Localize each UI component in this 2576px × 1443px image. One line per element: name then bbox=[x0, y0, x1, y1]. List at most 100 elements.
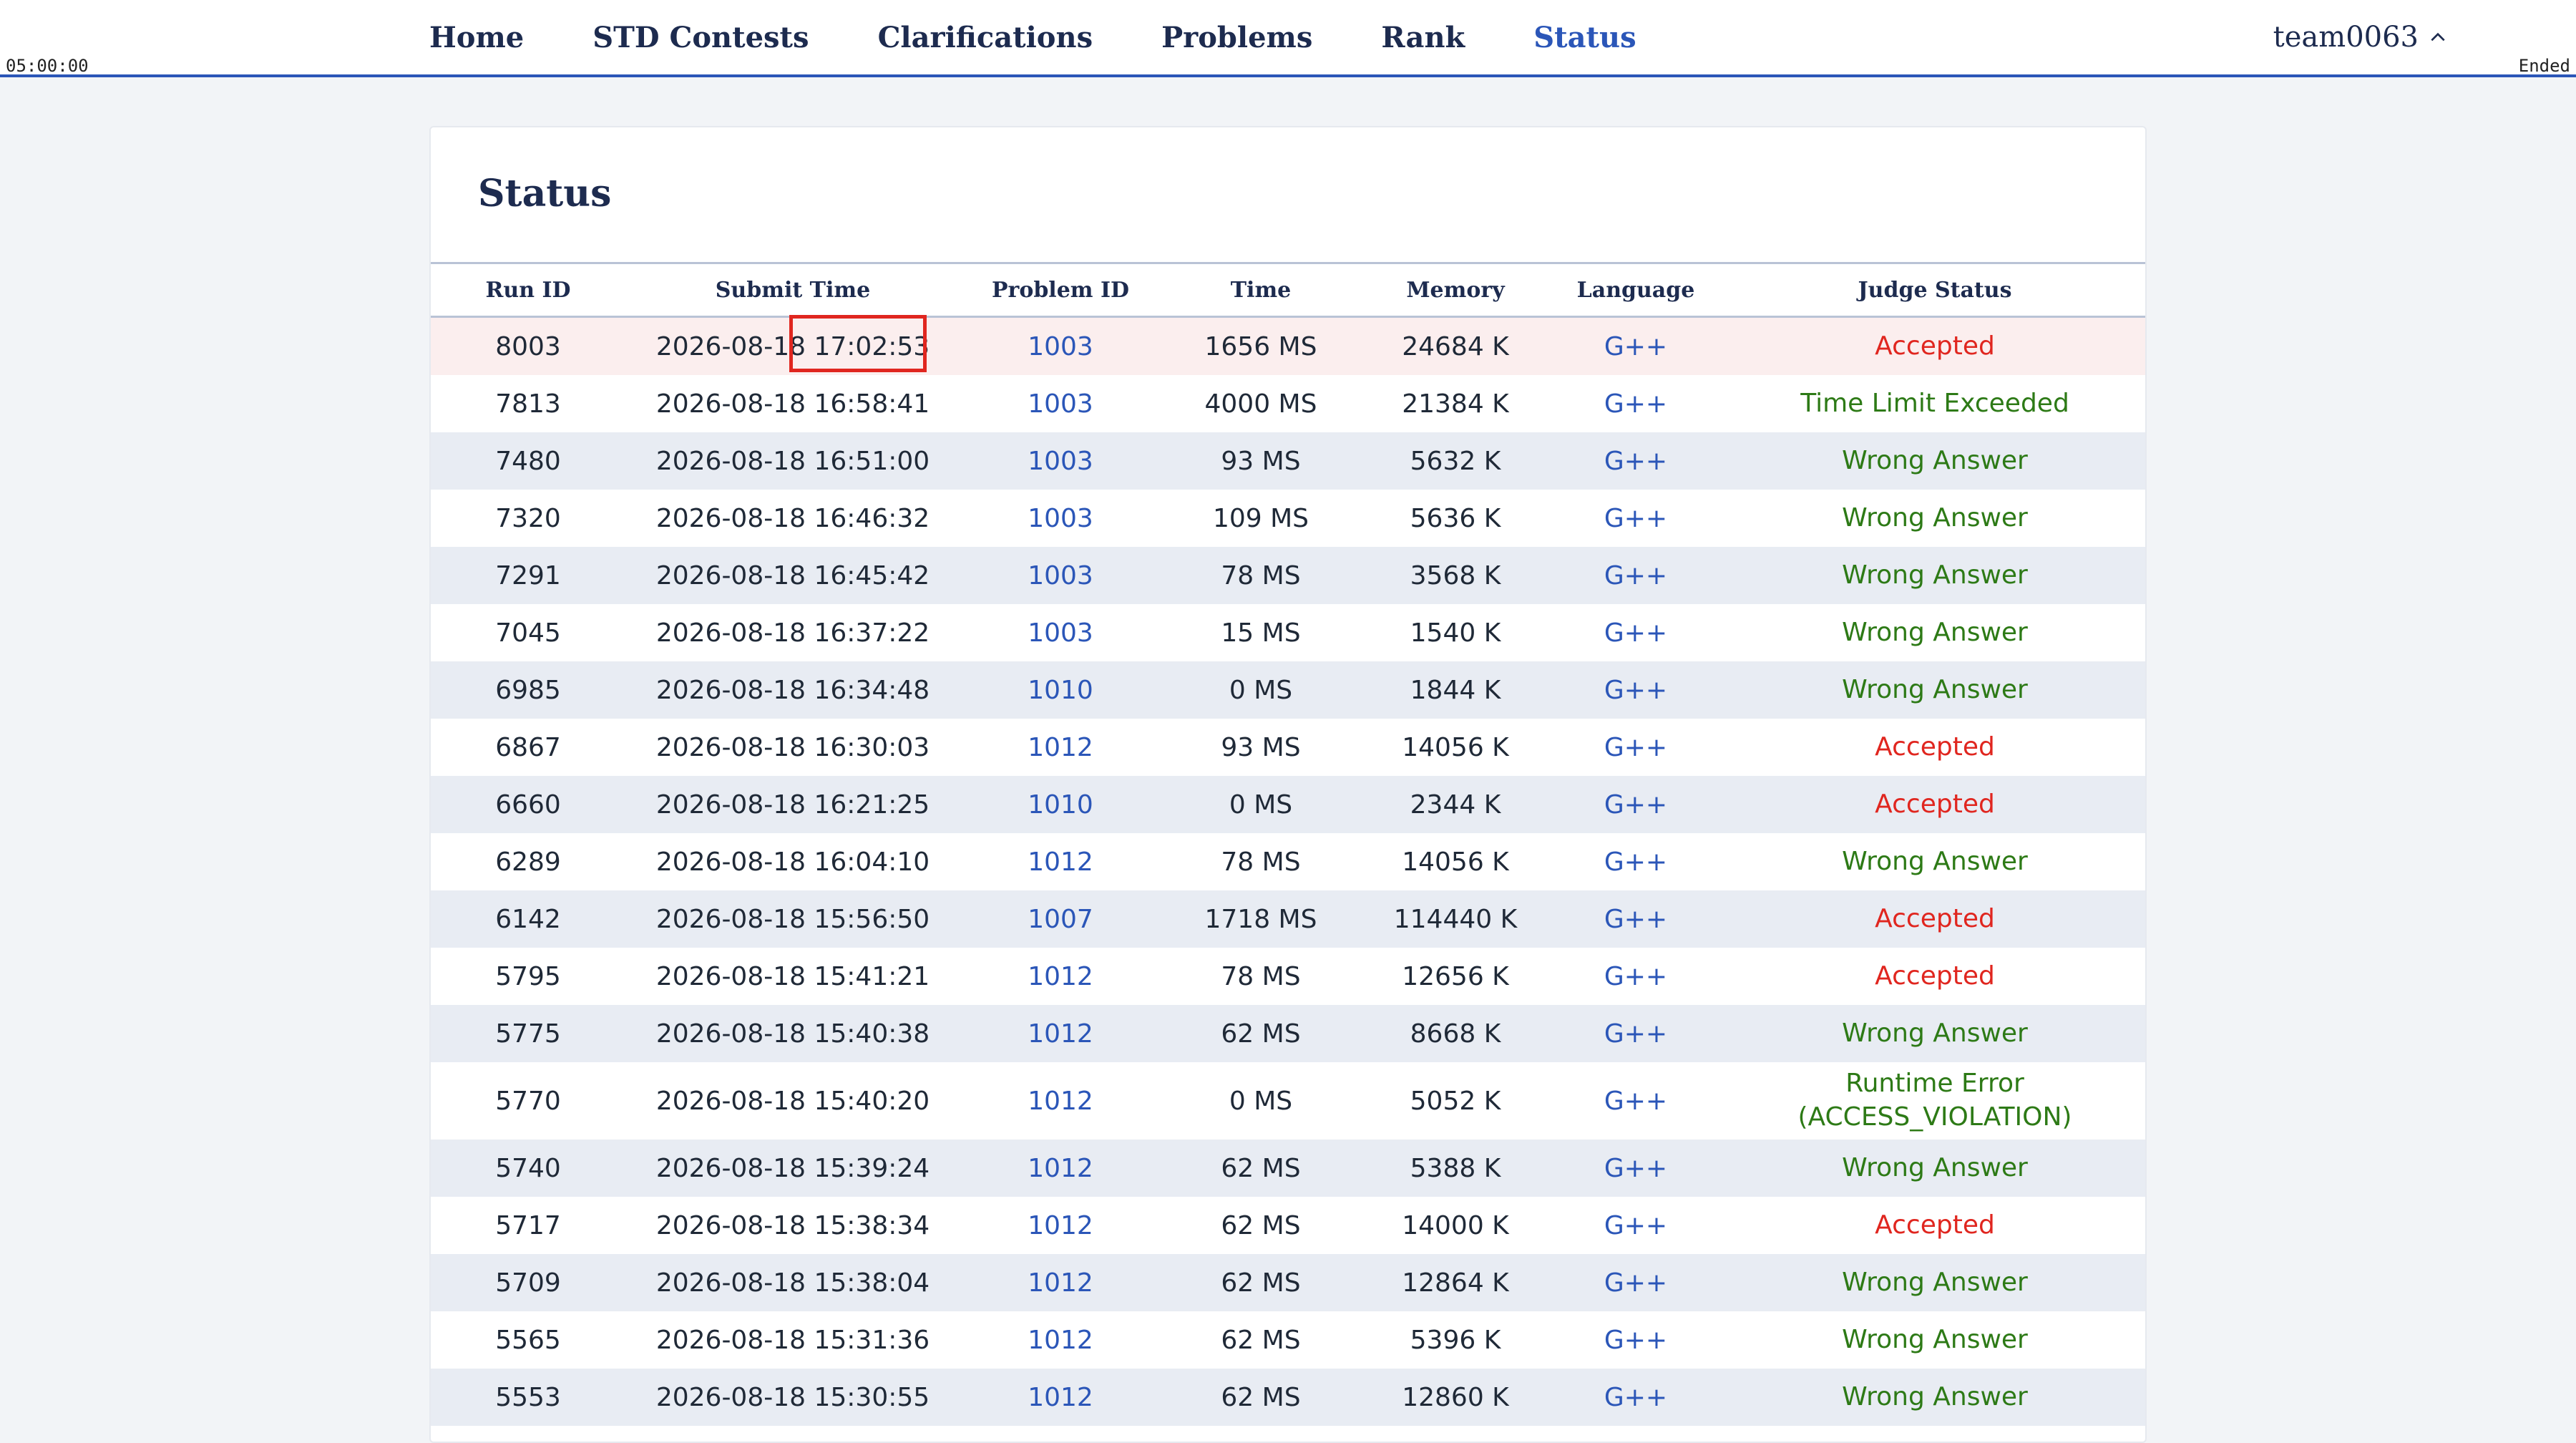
language-link[interactable]: G++ bbox=[1604, 1268, 1667, 1298]
language-cell: G++ bbox=[1550, 375, 1722, 432]
problem-id-cell: 1012 bbox=[960, 948, 1161, 1005]
problem-link[interactable]: 1012 bbox=[1028, 1211, 1093, 1240]
problem-link[interactable]: 1012 bbox=[1028, 1154, 1093, 1183]
problem-link[interactable]: 1003 bbox=[1028, 332, 1093, 361]
col-submit-time: Submit Time bbox=[625, 262, 960, 318]
run-time: 1656 MS bbox=[1204, 331, 1317, 361]
language-link[interactable]: G++ bbox=[1604, 389, 1667, 419]
problem-link[interactable]: 1003 bbox=[1028, 504, 1093, 533]
table-row: 6142 2026-08-18 15:56:50 1007 1718 MS 114440… bbox=[431, 890, 2145, 948]
run-id-cell: 8003 bbox=[431, 316, 625, 375]
submit-time-value: 2026-08-18 16:04:10 bbox=[655, 847, 930, 877]
table-row: 5770 2026-08-18 15:40:20 1012 0 MS 5052 K G++… bbox=[431, 1062, 2145, 1140]
language-link[interactable]: G++ bbox=[1604, 847, 1667, 877]
time-cell: 1718 MS bbox=[1161, 890, 1361, 948]
language-link[interactable]: G++ bbox=[1604, 676, 1667, 705]
run-id-cell: 7045 bbox=[431, 604, 625, 661]
submit-time-value: 2026-08-18 15:38:34 bbox=[655, 1210, 930, 1240]
problem-id-cell: 1012 bbox=[960, 1140, 1161, 1197]
problem-link[interactable]: 1003 bbox=[1028, 618, 1093, 648]
judge-status-text: Wrong Answer bbox=[1842, 560, 2028, 590]
problem-link[interactable]: 1007 bbox=[1028, 905, 1093, 934]
language-cell: G++ bbox=[1550, 547, 1722, 604]
language-link[interactable]: G++ bbox=[1604, 1019, 1667, 1049]
table-row: 7320 2026-08-18 16:46:32 1003 109 MS 5636 K G… bbox=[431, 490, 2145, 547]
language-link[interactable]: G++ bbox=[1604, 447, 1667, 476]
nav-rank[interactable]: Rank bbox=[1381, 21, 1465, 54]
language-link[interactable]: G++ bbox=[1604, 1154, 1667, 1183]
user-menu[interactable]: team0063 bbox=[2273, 0, 2447, 74]
run-id-cell: 6142 bbox=[431, 890, 625, 948]
run-time: 62 MS bbox=[1221, 1325, 1301, 1355]
language-link[interactable]: G++ bbox=[1604, 1326, 1667, 1355]
problem-link[interactable]: 1012 bbox=[1028, 1383, 1093, 1412]
table-row: 5709 2026-08-18 15:38:04 1012 62 MS 12864 K G… bbox=[431, 1254, 2145, 1311]
language-cell: G++ bbox=[1550, 490, 1722, 547]
problem-link[interactable]: 1012 bbox=[1028, 1268, 1093, 1298]
problem-id-cell: 1007 bbox=[960, 890, 1161, 948]
submit-time-value: 2026-08-18 15:31:36 bbox=[655, 1325, 930, 1355]
language-cell: G++ bbox=[1550, 1140, 1722, 1197]
run-time: 62 MS bbox=[1221, 1153, 1301, 1183]
judge-status-text: Wrong Answer bbox=[1842, 1267, 2028, 1297]
run-id-cell: 6289 bbox=[431, 833, 625, 890]
problem-link[interactable]: 1012 bbox=[1028, 962, 1093, 991]
run-id-cell: 5795 bbox=[431, 948, 625, 1005]
table-row: 6660 2026-08-18 16:21:25 1010 0 MS 2344 K G++… bbox=[431, 776, 2145, 833]
judge-status-text: Accepted bbox=[1875, 732, 1995, 762]
problem-link[interactable]: 1003 bbox=[1028, 447, 1093, 476]
problem-link[interactable]: 1003 bbox=[1028, 561, 1093, 591]
table-row: 7813 2026-08-18 16:58:41 1003 4000 MS 21384 … bbox=[431, 375, 2145, 432]
language-link[interactable]: G++ bbox=[1604, 790, 1667, 820]
table-row: 5717 2026-08-18 15:38:34 1012 62 MS 14000 K G… bbox=[431, 1197, 2145, 1254]
run-time: 62 MS bbox=[1221, 1382, 1301, 1412]
chevron-up-icon bbox=[2431, 32, 2445, 42]
language-link[interactable]: G++ bbox=[1604, 962, 1667, 991]
problem-link[interactable]: 1012 bbox=[1028, 733, 1093, 762]
language-link[interactable]: G++ bbox=[1604, 1383, 1667, 1412]
language-link[interactable]: G++ bbox=[1604, 332, 1667, 361]
problem-id-cell: 1012 bbox=[960, 1005, 1161, 1062]
language-link[interactable]: G++ bbox=[1604, 618, 1667, 648]
language-link[interactable]: G++ bbox=[1604, 1211, 1667, 1240]
judge-status-text: Time Limit Exceeded bbox=[1800, 388, 2069, 418]
language-link[interactable]: G++ bbox=[1604, 733, 1667, 762]
time-cell: 62 MS bbox=[1161, 1140, 1361, 1197]
nav-home[interactable]: Home bbox=[429, 21, 524, 54]
judge-status-cell: Runtime Error (ACCESS_VIOLATION) bbox=[1722, 1062, 2145, 1140]
run-id-cell: 7291 bbox=[431, 547, 625, 604]
table-row: 7291 2026-08-18 16:45:42 1003 78 MS 3568 K G+… bbox=[431, 547, 2145, 604]
run-memory: 1844 K bbox=[1410, 675, 1501, 705]
nav-clarifications[interactable]: Clarifications bbox=[878, 21, 1093, 54]
problem-link[interactable]: 1003 bbox=[1028, 389, 1093, 419]
status-card: Status Run ID Submit Time Problem ID Tim… bbox=[429, 126, 2147, 1443]
problem-link[interactable]: 1010 bbox=[1028, 790, 1093, 820]
table-row: 7480 2026-08-18 16:51:00 1003 93 MS 5632 K G+… bbox=[431, 432, 2145, 490]
problem-link[interactable]: 1012 bbox=[1028, 1087, 1093, 1116]
run-id-cell: 6985 bbox=[431, 661, 625, 719]
language-link[interactable]: G++ bbox=[1604, 561, 1667, 591]
run-id-cell: 5775 bbox=[431, 1005, 625, 1062]
run-time: 0 MS bbox=[1229, 1086, 1293, 1116]
run-id: 5795 bbox=[495, 961, 561, 991]
run-id: 7320 bbox=[495, 503, 561, 533]
language-link[interactable]: G++ bbox=[1604, 905, 1667, 934]
memory-cell: 1844 K bbox=[1361, 661, 1550, 719]
problem-link[interactable]: 1012 bbox=[1028, 847, 1093, 877]
language-cell: G++ bbox=[1550, 604, 1722, 661]
nav-problems[interactable]: Problems bbox=[1161, 21, 1312, 54]
time-cell: 0 MS bbox=[1161, 661, 1361, 719]
run-id-cell: 5565 bbox=[431, 1311, 625, 1369]
problem-link[interactable]: 1012 bbox=[1028, 1019, 1093, 1049]
col-judge-status: Judge Status bbox=[1722, 262, 2145, 318]
run-id: 6660 bbox=[495, 789, 561, 820]
judge-status-cell: Accepted bbox=[1722, 719, 2145, 776]
col-language: Language bbox=[1550, 262, 1722, 318]
problem-link[interactable]: 1012 bbox=[1028, 1326, 1093, 1355]
problem-link[interactable]: 1010 bbox=[1028, 676, 1093, 705]
language-link[interactable]: G++ bbox=[1604, 504, 1667, 533]
language-link[interactable]: G++ bbox=[1604, 1087, 1667, 1116]
run-memory: 21384 K bbox=[1402, 389, 1509, 419]
nav-status[interactable]: Status bbox=[1533, 21, 1636, 54]
nav-std-contests[interactable]: STD Contests bbox=[592, 21, 809, 54]
